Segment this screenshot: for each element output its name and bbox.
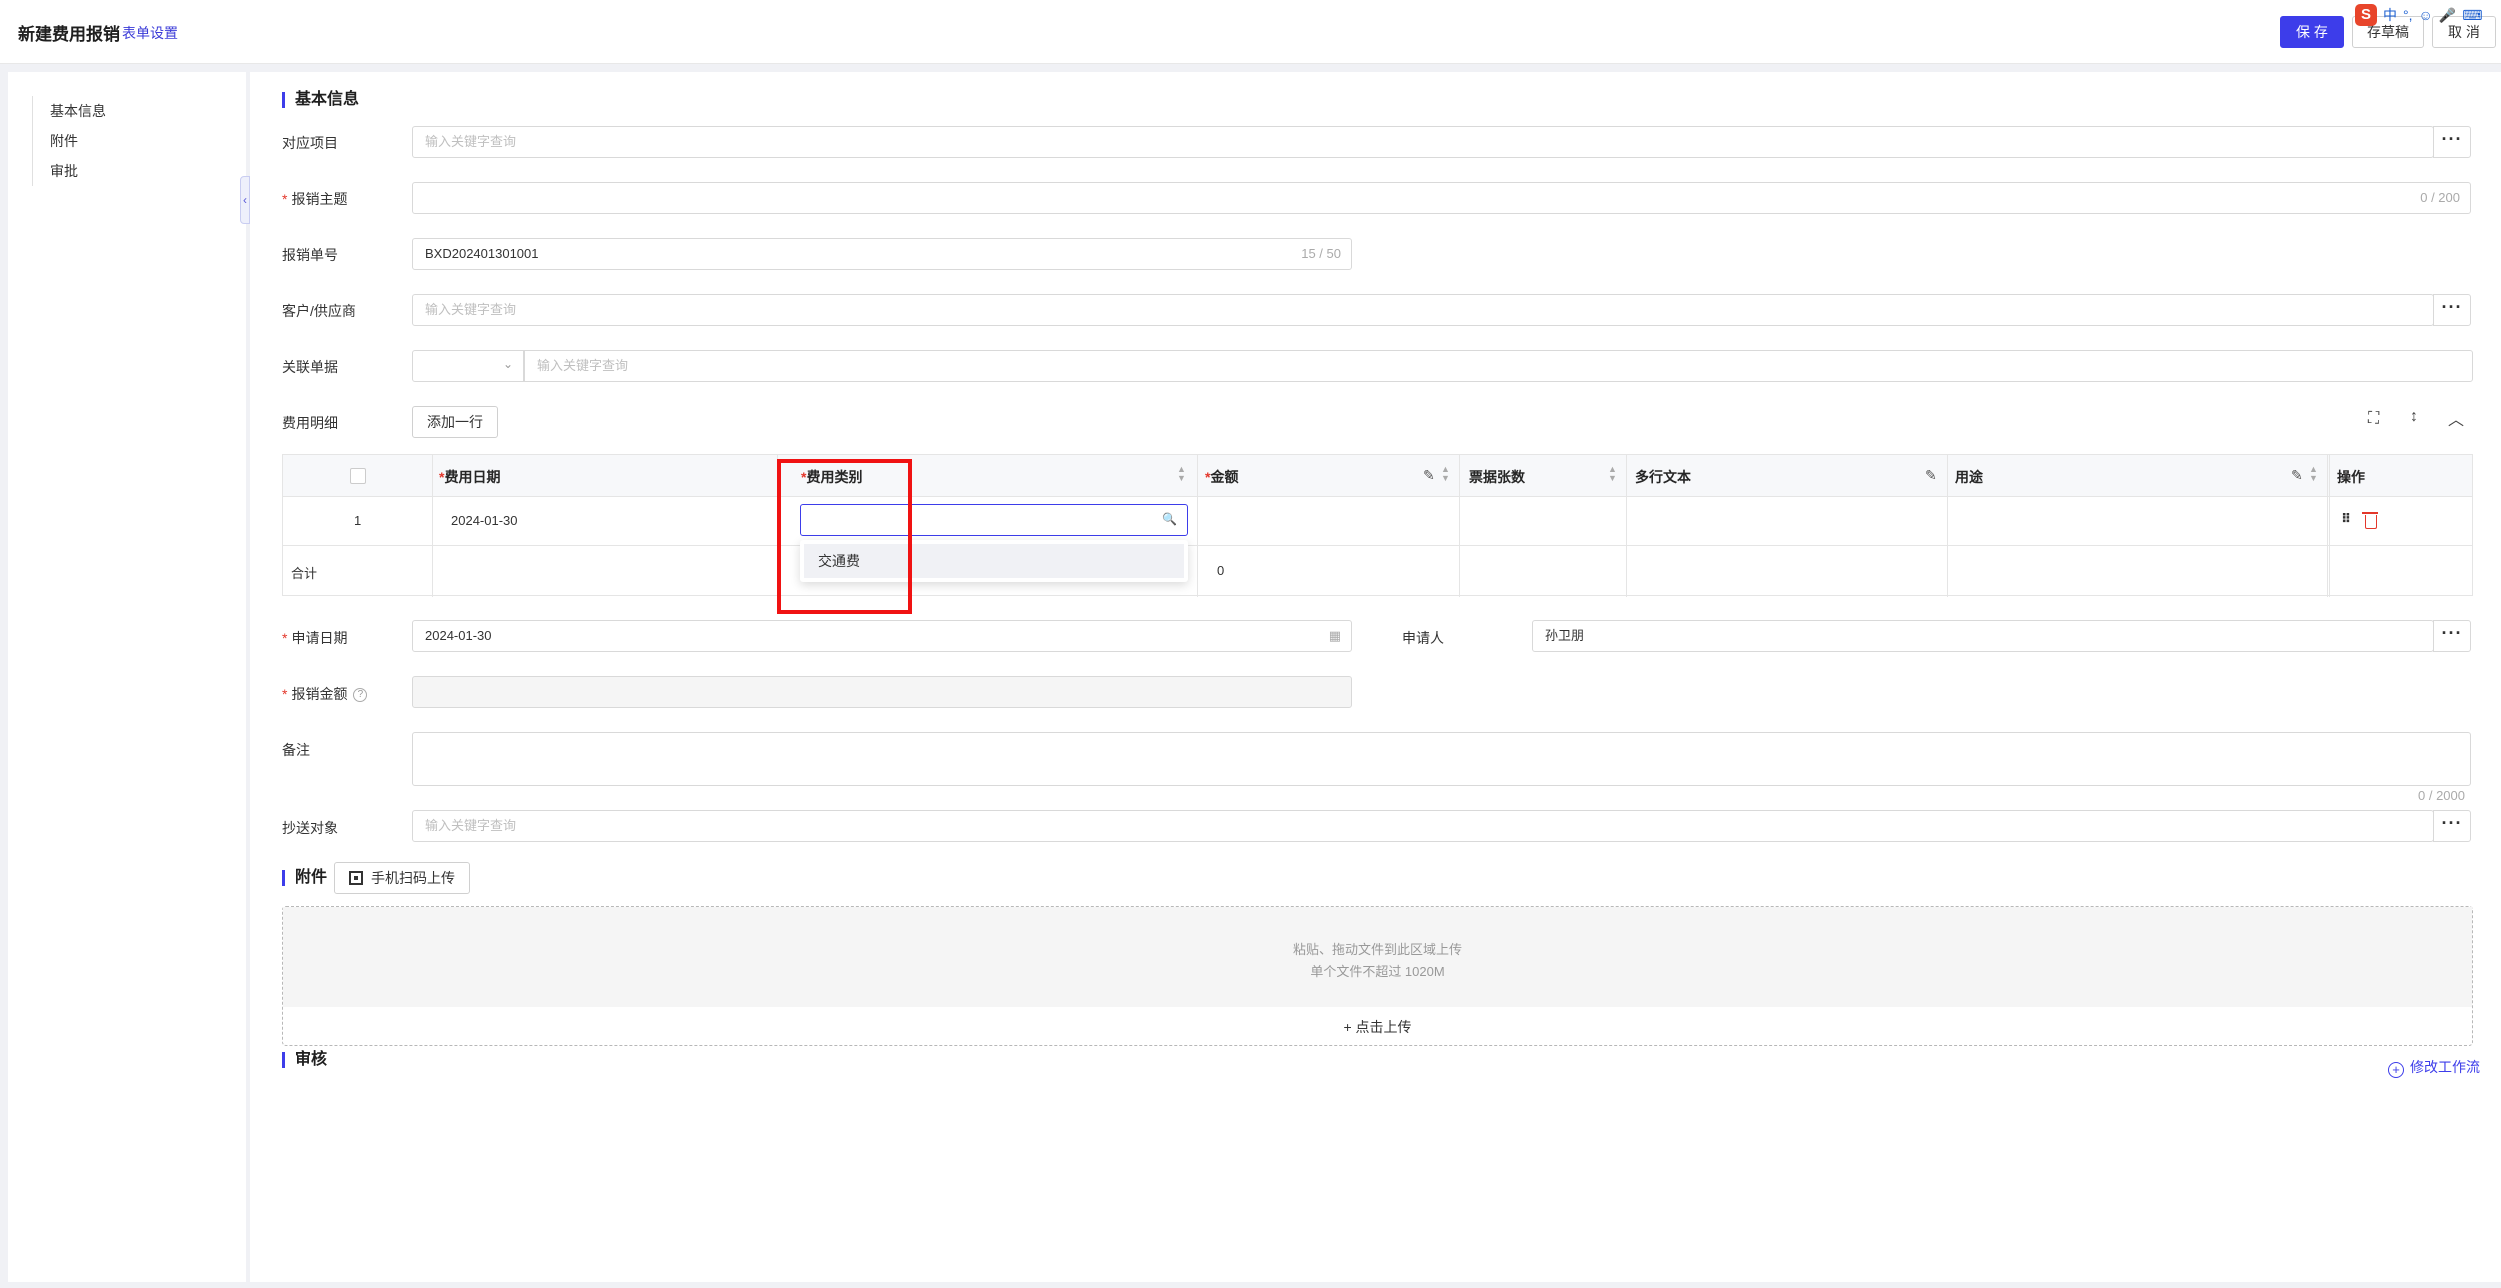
row-date-cell[interactable]: 2024-01-30 [451,513,518,528]
apply-date-label: * 申请日期 [282,630,348,646]
project-picker-button[interactable]: ··· [2433,126,2471,158]
cc-input[interactable]: 输入关键字查询 [412,810,2434,842]
upload-size-hint: 单个文件不超过 1020M [1310,964,1445,979]
sort-icon[interactable]: ▲ ▼ [1441,465,1450,483]
table-header [283,455,2472,497]
upload-dropzone[interactable]: 粘贴、拖动文件到此区域上传 单个文件不超过 1020M + 点击上传 [282,906,2473,1046]
section-review: 审核 [282,1052,327,1068]
related-input[interactable]: 输入关键字查询 [524,350,2473,382]
edit-icon[interactable]: ✎ [1925,467,1937,484]
form-settings-link[interactable]: 表单设置 [122,23,178,43]
sidebar-nav: 基本信息 附件 审批 [32,96,106,186]
cc-picker-button[interactable]: ··· [2433,810,2471,842]
subject-input[interactable]: 0 / 200 [412,182,2471,214]
row-index: 1 [354,513,362,528]
col-action: 操作 [2337,469,2365,485]
col-tickets: 票据张数 [1469,469,1525,485]
project-input[interactable]: 输入关键字查询 [412,126,2434,158]
applicant-label: 申请人 [1402,630,1444,646]
qr-upload-button[interactable]: 手机扫码上传 [334,862,470,894]
amount-label: * 报销金额? [282,684,368,704]
partner-picker-button[interactable]: ··· [2433,294,2471,326]
remark-label: 备注 [282,742,310,758]
sidebar: 基本信息 附件 审批 [8,72,246,1282]
plus-circle-icon: + [2388,1062,2404,1078]
ime-toolbar: S 中 °, ☺ 🎤 ⌨ [2355,2,2501,28]
delete-icon[interactable] [2362,512,2378,529]
number-counter: 15 / 50 [1301,246,1341,261]
total-label: 合计 [291,566,318,581]
upload-hint: 粘贴、拖动文件到此区域上传 [1292,942,1462,957]
drag-handle-icon[interactable]: ⠿ [2341,511,2351,527]
section-basic-info: 基本信息 [282,92,359,108]
col-date: *费用日期 [439,469,501,485]
col-multiline: 多行文本 [1635,469,1691,485]
qr-code-icon [349,871,363,885]
edit-icon[interactable]: ✎ [1423,467,1435,484]
sort-icon[interactable]: ▲ ▼ [1608,465,1617,483]
related-type-select[interactable]: ⌄ [412,350,524,382]
subject-counter: 0 / 200 [2420,190,2460,205]
amount-input [412,676,1352,708]
page-title: 新建费用报销 [18,25,120,44]
sort-icon[interactable]: ▲ ▼ [2309,465,2318,483]
remark-counter: 0 / 2000 [2418,788,2465,803]
sort-icon[interactable]: ▲ ▼ [1177,465,1186,483]
applicant-input[interactable]: 孙卫朋 [1532,620,2434,652]
save-button[interactable]: 保 存 [2280,16,2344,48]
calendar-icon[interactable]: ▦ [1329,621,1341,651]
annotation-highlight-box [777,459,912,614]
keyboard-icon[interactable]: ⌨ [2462,7,2482,24]
sidebar-item-approval[interactable]: 审批 [33,156,106,186]
applicant-picker-button[interactable]: ··· [2433,620,2471,652]
help-icon[interactable]: ? [353,688,368,703]
edit-workflow-link[interactable]: + 修改工作流 [2388,1057,2480,1078]
select-all-checkbox[interactable] [350,468,366,484]
subject-label: * 报销主题 [282,191,348,207]
sidebar-item-basic-info[interactable]: 基本信息 [33,96,106,126]
ime-lang-toggle[interactable]: 中 [2383,5,2397,25]
add-row-button[interactable]: 添加一行 [412,406,498,438]
col-purpose: 用途 [1955,469,1983,485]
row-height-icon[interactable]: ↕ [2410,408,2418,426]
click-upload-button[interactable]: + 点击上传 [283,1017,2472,1037]
col-amount: *金额 [1205,469,1239,485]
total-amount: 0 [1217,563,1225,578]
ime-punct-toggle[interactable]: °, [2403,7,2413,23]
partner-label: 客户/供应商 [282,303,356,319]
cc-label: 抄送对象 [282,820,338,836]
sogou-logo-icon[interactable]: S [2355,4,2377,26]
plus-icon: + [1343,1019,1352,1035]
top-bar: 新建费用报销 表单设置 保 存 存草稿 取 消 [0,0,2501,64]
sidebar-collapse-toggle[interactable]: ‹ [240,176,250,224]
details-label: 费用明细 [282,415,338,431]
search-icon: 🔍 [1162,512,1177,526]
microphone-icon[interactable]: 🎤 [2439,7,2456,24]
apply-date-input[interactable]: 2024-01-30 ▦ [412,620,1352,652]
expense-detail-table: *费用日期 *费用类别 ▲ ▼ *金额 ✎ ▲ ▼ 票据张数 ▲ ▼ 多行文本 ✎ 用… [282,454,2473,597]
remark-textarea[interactable] [412,732,2471,786]
partner-input[interactable]: 输入关键字查询 [412,294,2434,326]
number-label: 报销单号 [282,247,338,263]
chevron-down-icon: ⌄ [502,357,513,371]
number-input[interactable]: BXD202401301001 15 / 50 [412,238,1352,270]
project-label: 对应项目 [282,135,338,151]
edit-icon[interactable]: ✎ [2291,467,2303,484]
table-total-row [283,546,2472,595]
collapse-up-icon[interactable]: ︿ [2448,406,2464,430]
fullscreen-icon[interactable]: ⛶ [2368,410,2379,428]
emoji-icon[interactable]: ☺ [2419,7,2433,23]
table-row [283,497,2472,546]
section-attachments: 附件 [282,870,327,886]
related-label: 关联单据 [282,359,338,375]
sidebar-item-attachments[interactable]: 附件 [33,126,106,156]
